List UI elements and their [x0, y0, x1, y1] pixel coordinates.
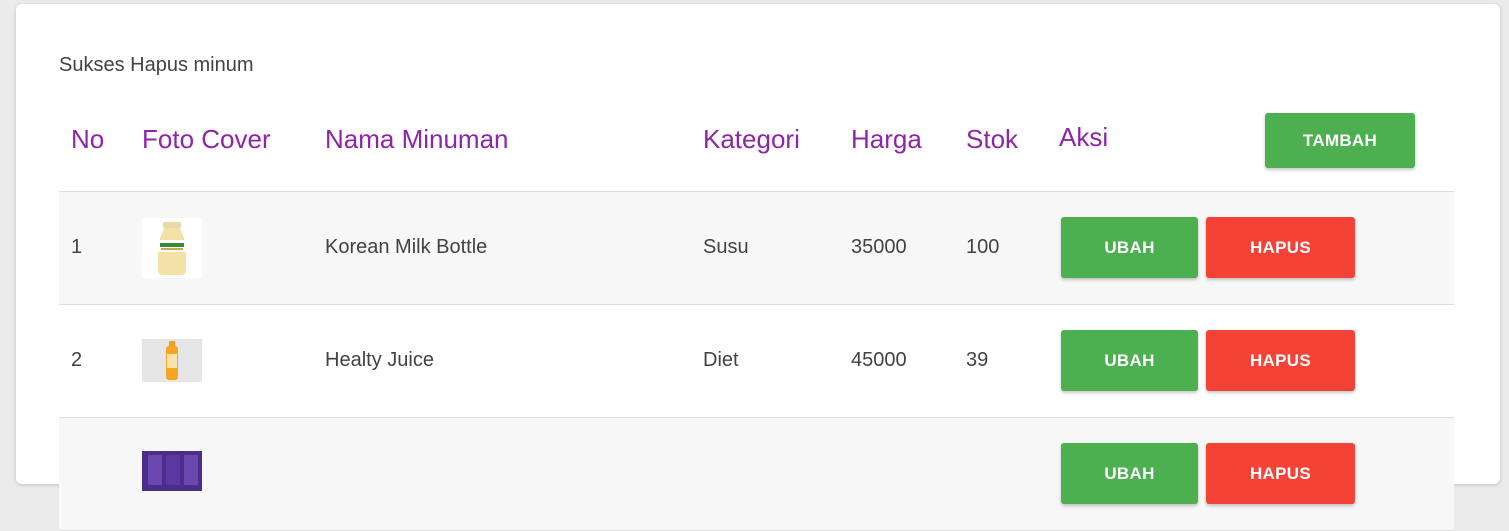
table-header: No Foto Cover Nama Minuman Kategori Harg… — [59, 108, 1454, 192]
ubah-button[interactable]: UBAH — [1061, 330, 1198, 391]
row-stock: 39 — [966, 349, 989, 371]
row-category: Diet — [703, 349, 739, 371]
row-name: Korean Milk Bottle — [325, 236, 488, 258]
juice-bottle-photo — [142, 339, 202, 382]
header-kategori: Kategori — [703, 124, 800, 154]
row-stock: 100 — [966, 236, 1000, 258]
table-row: 2 Healty Juice Diet 45000 39 UBAH HAPUS — [59, 305, 1454, 418]
header-harga: Harga — [851, 124, 922, 154]
header-no: No — [71, 124, 105, 154]
product-image — [142, 451, 202, 491]
row-price: 35000 — [851, 236, 907, 258]
header-stok: Stok — [966, 124, 1019, 154]
ubah-button[interactable]: UBAH — [1061, 443, 1198, 504]
status-message: Sukses Hapus minum — [59, 54, 254, 76]
table-row: UBAH HAPUS — [59, 418, 1454, 531]
row-no: 2 — [71, 349, 83, 371]
row-category: Susu — [703, 236, 749, 258]
milk-bottle-image — [158, 222, 186, 275]
row-no: 1 — [71, 236, 83, 258]
milk-bottle-photo — [142, 218, 202, 278]
header-aksi: Aksi — [1059, 122, 1109, 152]
hapus-button[interactable]: HAPUS — [1206, 217, 1355, 278]
product-photo — [142, 451, 202, 491]
header-foto-cover: Foto Cover — [142, 124, 271, 154]
hapus-button[interactable]: HAPUS — [1206, 330, 1355, 391]
table-row: 1 Korean Milk Bottle Susu 35000 100 UBAH… — [59, 192, 1454, 305]
hapus-button[interactable]: HAPUS — [1206, 443, 1355, 504]
content-card: Sukses Hapus minum No Foto Cover Nama Mi… — [16, 4, 1500, 531]
row-name: Healty Juice — [325, 349, 434, 371]
juice-bottle-image — [142, 339, 202, 382]
header-nama-minuman: Nama Minuman — [325, 124, 509, 154]
ubah-button[interactable]: UBAH — [1061, 217, 1198, 278]
tambah-button[interactable]: TAMBAH — [1265, 113, 1415, 168]
row-price: 45000 — [851, 349, 907, 371]
